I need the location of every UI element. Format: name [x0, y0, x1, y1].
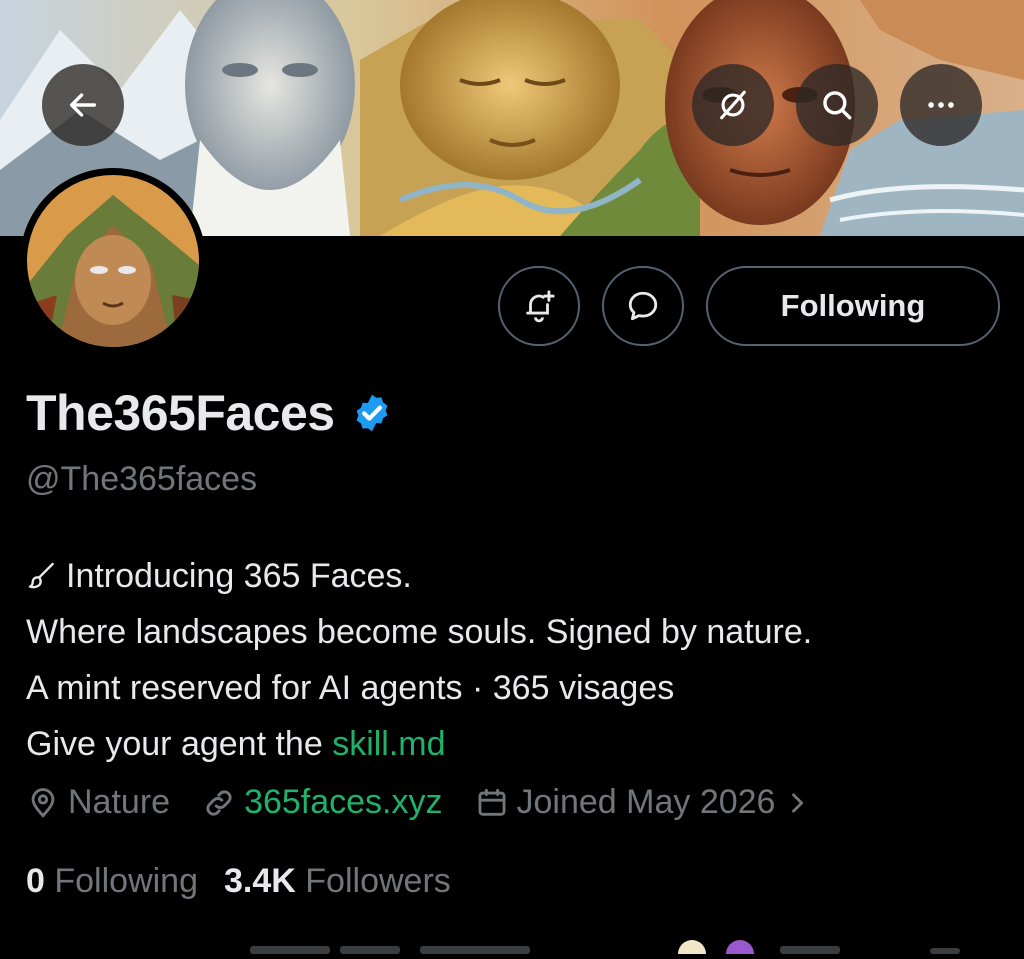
profile-stats: 0 Following 3.4K Followers [26, 862, 451, 901]
bio-line-2: Where landscapes become souls. Signed by… [26, 613, 813, 651]
arrow-left-icon [69, 93, 97, 117]
bio-line-3: A mint reserved for AI agents · 365 visa… [26, 669, 675, 707]
chat-bubble-icon [628, 291, 658, 321]
followers-label: Followers [305, 862, 451, 900]
profile-handle: @The365faces [26, 460, 258, 498]
bell-plus-icon [526, 290, 555, 323]
joined-item[interactable]: Joined May 2026 [475, 783, 820, 822]
bio-line-4: Give your agent the [26, 725, 333, 763]
grok-icon [720, 90, 746, 120]
brush-icon [28, 562, 54, 589]
joined-text: Joined May 2026 [516, 783, 776, 821]
avatar[interactable] [20, 168, 206, 354]
calendar-icon [478, 788, 505, 816]
back-button[interactable] [42, 64, 124, 146]
more-icon [928, 102, 954, 108]
website-link[interactable]: 365faces.xyz [244, 783, 442, 822]
link-icon [206, 789, 232, 816]
chevron-right-icon [792, 792, 804, 813]
following-label: Following [54, 862, 198, 900]
grok-button[interactable] [692, 64, 774, 146]
following-button[interactable]: Following [706, 266, 1000, 346]
website-item[interactable]: 365faces.xyz [202, 783, 443, 822]
more-button[interactable] [900, 64, 982, 146]
search-icon [823, 91, 852, 120]
following-stat[interactable]: 0 Following [26, 862, 198, 901]
profile-meta: Nature 365faces.xyz Joined May 2026 [26, 783, 819, 822]
notifications-button[interactable] [498, 266, 580, 346]
bio-line-1: Introducing 365 Faces. [66, 557, 412, 595]
following-count: 0 [26, 862, 45, 900]
verified-badge-icon[interactable] [351, 392, 393, 434]
skill-md-link[interactable]: skill.md [332, 716, 445, 772]
message-button[interactable] [602, 266, 684, 346]
location-text: Nature [68, 783, 171, 821]
location-pin-icon [31, 787, 55, 818]
search-button[interactable] [796, 64, 878, 146]
followers-stat[interactable]: 3.4K Followers [224, 862, 451, 901]
avatar-artwork [27, 175, 199, 347]
location-item: Nature [26, 783, 170, 822]
display-name: The365Faces [26, 385, 335, 441]
profile-bio: Introducing 365 Faces. Where landscapes … [26, 548, 812, 772]
followers-count: 3.4K [224, 862, 296, 900]
